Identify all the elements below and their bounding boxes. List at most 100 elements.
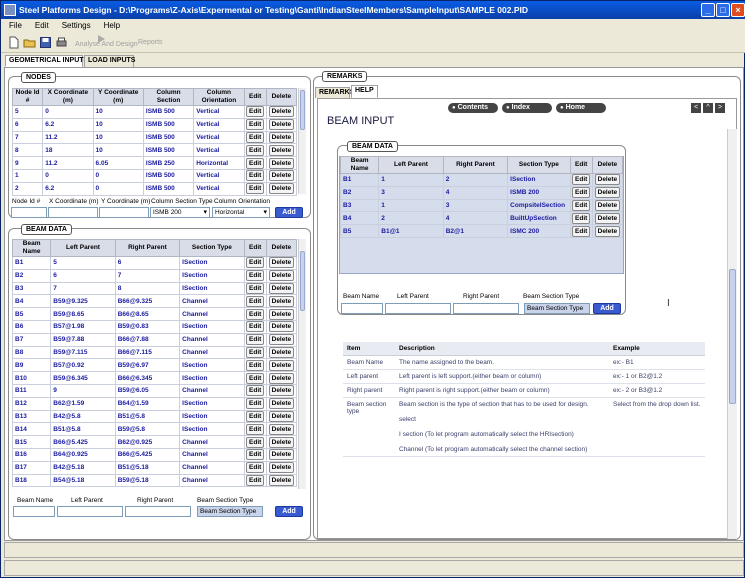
delete-button[interactable]: Delete	[268, 475, 295, 486]
edit-button[interactable]: Edit	[572, 225, 591, 237]
delete-button[interactable]: Delete	[268, 283, 295, 294]
delete-button[interactable]: Delete	[594, 212, 621, 224]
menu-help[interactable]: Help	[96, 19, 125, 30]
delete-button[interactable]: Delete	[268, 257, 295, 269]
right-parent-input[interactable]	[125, 506, 191, 517]
delete-button[interactable]: Delete	[268, 183, 295, 195]
edit-button[interactable]: Edit	[246, 295, 265, 307]
beam-section-type-select[interactable]: Beam Section Type	[197, 506, 263, 517]
edit-button[interactable]: Edit	[246, 308, 265, 320]
tab-load-inputs[interactable]: LOAD INPUTS	[84, 55, 135, 67]
index-button[interactable]: Index	[502, 103, 552, 113]
help-scroll-thumb[interactable]	[729, 269, 736, 404]
menu-edit[interactable]: Edit	[27, 19, 54, 30]
menu-file[interactable]: File	[1, 19, 27, 30]
delete-button[interactable]: Delete	[268, 308, 295, 320]
delete-button[interactable]: Delete	[268, 144, 295, 156]
edit-button[interactable]: Edit	[572, 174, 591, 186]
nodes-scrollbar[interactable]	[298, 88, 306, 194]
edit-button[interactable]: Edit	[246, 119, 265, 131]
edit-button[interactable]: Edit	[246, 283, 265, 294]
edit-button[interactable]: Edit	[572, 212, 591, 224]
delete-button[interactable]: Delete	[268, 106, 295, 118]
delete-button[interactable]: Delete	[268, 170, 295, 182]
x-coordinate-input[interactable]	[48, 207, 98, 218]
menu-settings[interactable]: Settings	[54, 19, 96, 30]
home-button[interactable]: Home	[556, 103, 606, 113]
edit-button[interactable]: Edit	[246, 372, 265, 384]
delete-button[interactable]: Delete	[268, 321, 295, 333]
delete-button[interactable]: Delete	[268, 359, 295, 371]
delete-button[interactable]: Delete	[268, 411, 295, 422]
delete-button[interactable]: Delete	[268, 347, 295, 358]
edit-button[interactable]: Edit	[246, 436, 265, 448]
delete-button[interactable]: Delete	[268, 270, 295, 282]
sample-add-button[interactable]: Add	[593, 303, 621, 314]
edit-button[interactable]: Edit	[246, 347, 265, 358]
y-coordinate-input[interactable]	[99, 207, 149, 218]
delete-button[interactable]: Delete	[268, 334, 295, 346]
beams-scroll-thumb[interactable]	[300, 251, 305, 311]
delete-button[interactable]: Delete	[268, 119, 295, 131]
add-beam-button[interactable]: Add	[275, 506, 303, 517]
up-arrow-icon[interactable]: ^	[703, 103, 713, 113]
delete-button[interactable]: Delete	[268, 423, 295, 435]
node-id-input[interactable]	[11, 207, 47, 218]
open-folder-icon[interactable]	[23, 36, 36, 49]
delete-button[interactable]: Delete	[268, 295, 295, 307]
edit-button[interactable]: Edit	[246, 321, 265, 333]
delete-button[interactable]: Delete	[268, 372, 295, 384]
edit-button[interactable]: Edit	[246, 359, 265, 371]
add-node-button[interactable]: Add	[275, 207, 303, 218]
sample-left-parent-input[interactable]	[385, 303, 451, 314]
delete-button[interactable]: Delete	[594, 187, 621, 199]
left-parent-input[interactable]	[57, 506, 123, 517]
edit-button[interactable]: Edit	[246, 183, 265, 195]
edit-button[interactable]: Edit	[246, 106, 265, 118]
edit-button[interactable]: Edit	[246, 475, 265, 486]
delete-button[interactable]: Delete	[268, 462, 295, 474]
edit-button[interactable]: Edit	[246, 144, 265, 156]
edit-button[interactable]: Edit	[572, 200, 591, 211]
delete-button[interactable]: Delete	[268, 449, 295, 461]
maximize-button[interactable]: □	[716, 3, 730, 17]
minimize-button[interactable]: _	[701, 3, 715, 17]
new-file-icon[interactable]	[7, 36, 20, 49]
sample-beam-name-input[interactable]	[341, 303, 383, 314]
edit-button[interactable]: Edit	[246, 398, 265, 410]
sample-right-parent-input[interactable]	[453, 303, 519, 314]
edit-button[interactable]: Edit	[246, 411, 265, 422]
edit-button[interactable]: Edit	[246, 170, 265, 182]
save-icon[interactable]	[39, 36, 52, 49]
edit-button[interactable]: Edit	[572, 187, 591, 199]
analyse-design-button[interactable]: Analyse And Design	[75, 41, 138, 48]
edit-button[interactable]: Edit	[246, 157, 265, 169]
tab-geometrical-inputs[interactable]: GEOMETRICAL INPUTS	[5, 55, 88, 67]
edit-button[interactable]: Edit	[246, 385, 265, 397]
edit-button[interactable]: Edit	[246, 334, 265, 346]
nodes-scroll-thumb[interactable]	[300, 90, 305, 130]
delete-button[interactable]: Delete	[594, 225, 621, 237]
beam-name-input[interactable]	[13, 506, 55, 517]
back-arrow-icon[interactable]: <	[691, 103, 701, 113]
print-icon[interactable]	[55, 36, 68, 49]
edit-button[interactable]: Edit	[246, 257, 265, 269]
delete-button[interactable]: Delete	[268, 398, 295, 410]
tab-remarks[interactable]: REMARKS	[315, 87, 354, 98]
edit-button[interactable]: Edit	[246, 132, 265, 143]
contents-button[interactable]: Contents	[448, 103, 498, 113]
tab-help[interactable]: HELP	[351, 85, 378, 98]
delete-button[interactable]: Delete	[268, 385, 295, 397]
sample-section-type-select[interactable]: Beam Section Type	[524, 303, 590, 314]
edit-button[interactable]: Edit	[246, 423, 265, 435]
column-orientation-select[interactable]: Horizontal	[212, 207, 270, 218]
forward-arrow-icon[interactable]: >	[715, 103, 725, 113]
reports-button[interactable]: Reports	[138, 39, 163, 46]
delete-button[interactable]: Delete	[594, 174, 621, 186]
delete-button[interactable]: Delete	[268, 436, 295, 448]
edit-button[interactable]: Edit	[246, 462, 265, 474]
column-section-select[interactable]: ISMB 200	[150, 207, 210, 218]
help-scrollbar[interactable]	[727, 129, 737, 539]
delete-button[interactable]: Delete	[268, 132, 295, 143]
delete-button[interactable]: Delete	[268, 157, 295, 169]
